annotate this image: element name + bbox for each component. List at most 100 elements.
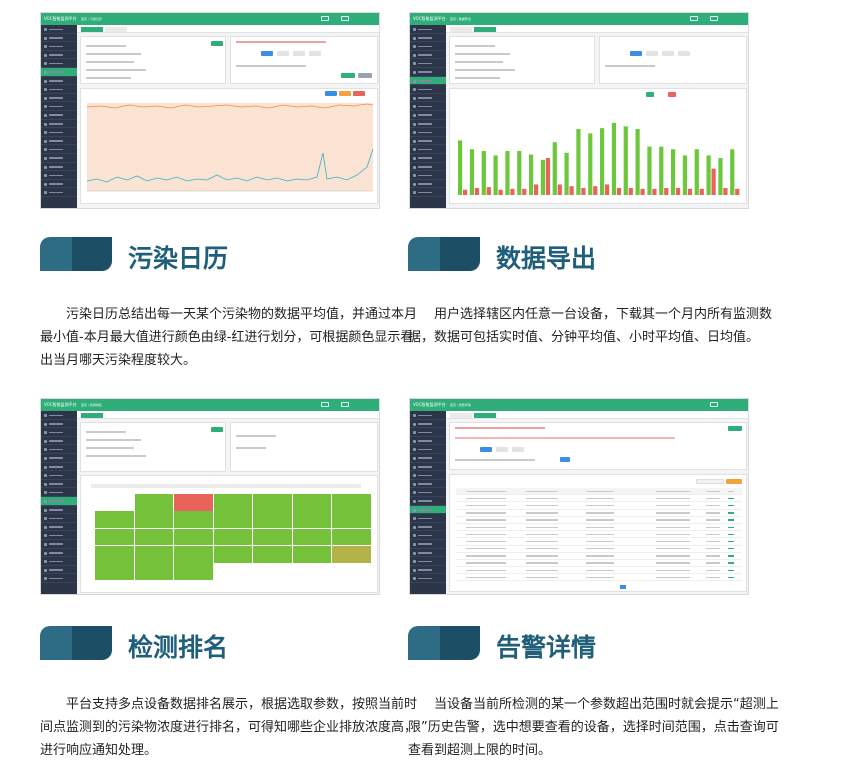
option-button[interactable] xyxy=(261,51,273,56)
table-row[interactable] xyxy=(456,531,742,539)
sidebar-item[interactable] xyxy=(41,34,77,43)
sidebar-item[interactable] xyxy=(410,180,446,189)
table-row[interactable] xyxy=(456,517,742,524)
search-input[interactable] xyxy=(696,479,724,484)
option-button[interactable] xyxy=(512,447,524,452)
fullscreen-icon[interactable] xyxy=(690,16,698,21)
sidebar-item[interactable] xyxy=(41,137,77,146)
sidebar-item[interactable] xyxy=(41,420,77,429)
chart-button[interactable] xyxy=(325,91,337,96)
sidebar-item-active[interactable] xyxy=(410,505,446,515)
sidebar-item[interactable] xyxy=(410,523,446,532)
tab[interactable] xyxy=(450,412,472,418)
sidebar-item[interactable] xyxy=(41,154,77,163)
sidebar-item[interactable] xyxy=(410,145,446,154)
sidebar-item[interactable] xyxy=(410,188,446,197)
sidebar-item[interactable] xyxy=(410,154,446,163)
sidebar-item-active[interactable] xyxy=(41,496,77,506)
sidebar-item[interactable] xyxy=(41,454,77,463)
option-button[interactable] xyxy=(480,447,492,452)
fullscreen-icon[interactable] xyxy=(321,16,329,21)
sidebar-item[interactable] xyxy=(41,120,77,129)
sidebar-item[interactable] xyxy=(410,497,446,506)
sidebar-item[interactable] xyxy=(41,102,77,111)
sidebar-item[interactable] xyxy=(410,163,446,172)
tab[interactable] xyxy=(81,26,103,32)
sidebar-item[interactable] xyxy=(41,540,77,549)
reset-button[interactable] xyxy=(358,73,372,78)
query-button[interactable] xyxy=(341,73,355,78)
fullscreen-icon[interactable] xyxy=(321,402,329,407)
sidebar-item-active[interactable] xyxy=(410,76,446,86)
sidebar-item[interactable] xyxy=(410,557,446,566)
sidebar-item[interactable] xyxy=(41,445,77,454)
sidebar-item[interactable] xyxy=(410,531,446,540)
sidebar-item[interactable] xyxy=(410,428,446,437)
sidebar-item[interactable] xyxy=(41,463,77,472)
sidebar-item[interactable] xyxy=(410,514,446,523)
sidebar-item[interactable] xyxy=(410,128,446,137)
option-button[interactable] xyxy=(630,51,642,56)
sidebar-item[interactable] xyxy=(410,25,446,34)
tab[interactable] xyxy=(81,412,103,418)
sidebar-item[interactable] xyxy=(410,437,446,446)
sidebar-item[interactable] xyxy=(41,428,77,437)
table-row[interactable] xyxy=(456,502,742,510)
sidebar-item[interactable] xyxy=(41,437,77,446)
tab[interactable] xyxy=(105,26,127,32)
sidebar-item[interactable] xyxy=(41,557,77,566)
detail-button[interactable] xyxy=(211,41,223,46)
sidebar-item[interactable] xyxy=(41,480,77,489)
sidebar-item[interactable] xyxy=(41,180,77,189)
sidebar-item[interactable] xyxy=(410,51,446,60)
table-row[interactable] xyxy=(456,546,742,553)
chart-button[interactable] xyxy=(339,91,351,96)
sidebar-item[interactable] xyxy=(41,531,77,540)
sidebar-item[interactable] xyxy=(410,137,446,146)
sidebar-item[interactable] xyxy=(41,549,77,558)
sidebar-item[interactable] xyxy=(410,574,446,583)
sidebar-item[interactable] xyxy=(41,566,77,575)
export-button[interactable] xyxy=(728,426,742,431)
sidebar-item[interactable] xyxy=(41,42,77,51)
sidebar-item[interactable] xyxy=(410,68,446,77)
sidebar-item[interactable] xyxy=(410,540,446,549)
option-button[interactable] xyxy=(678,51,690,56)
bell-icon[interactable] xyxy=(341,402,349,407)
sidebar-item[interactable] xyxy=(410,454,446,463)
sidebar-item[interactable] xyxy=(41,163,77,172)
search-button[interactable] xyxy=(726,479,742,484)
sidebar-item[interactable] xyxy=(410,34,446,43)
option-button[interactable] xyxy=(646,51,658,56)
sidebar-item[interactable] xyxy=(410,480,446,489)
sidebar-item[interactable] xyxy=(410,120,446,129)
tab[interactable] xyxy=(450,26,472,32)
pagination[interactable] xyxy=(600,585,720,589)
option-button[interactable] xyxy=(496,447,508,452)
sidebar-item[interactable] xyxy=(410,102,446,111)
sidebar-item[interactable] xyxy=(41,77,77,86)
sidebar-item[interactable] xyxy=(410,549,446,558)
sidebar-item[interactable] xyxy=(41,25,77,34)
sidebar-item[interactable] xyxy=(410,420,446,429)
tab[interactable] xyxy=(474,26,496,32)
sidebar-item[interactable] xyxy=(41,111,77,120)
sidebar-item[interactable] xyxy=(41,145,77,154)
sidebar-item[interactable] xyxy=(41,128,77,137)
sidebar-item[interactable] xyxy=(410,171,446,180)
table-row[interactable] xyxy=(456,510,742,517)
sidebar-item[interactable] xyxy=(41,171,77,180)
table-row[interactable] xyxy=(456,574,742,582)
sidebar-item[interactable] xyxy=(410,463,446,472)
sidebar-item[interactable] xyxy=(410,42,446,51)
option-button[interactable] xyxy=(662,51,674,56)
table-row[interactable] xyxy=(456,488,742,496)
sidebar-item[interactable] xyxy=(410,566,446,575)
table-row[interactable] xyxy=(456,567,742,575)
sidebar-item[interactable] xyxy=(41,59,77,68)
sidebar-item[interactable] xyxy=(41,85,77,94)
sidebar-item[interactable] xyxy=(41,488,77,497)
sidebar-item[interactable] xyxy=(410,445,446,454)
sidebar-item[interactable] xyxy=(410,488,446,497)
sidebar-item[interactable] xyxy=(41,411,77,420)
